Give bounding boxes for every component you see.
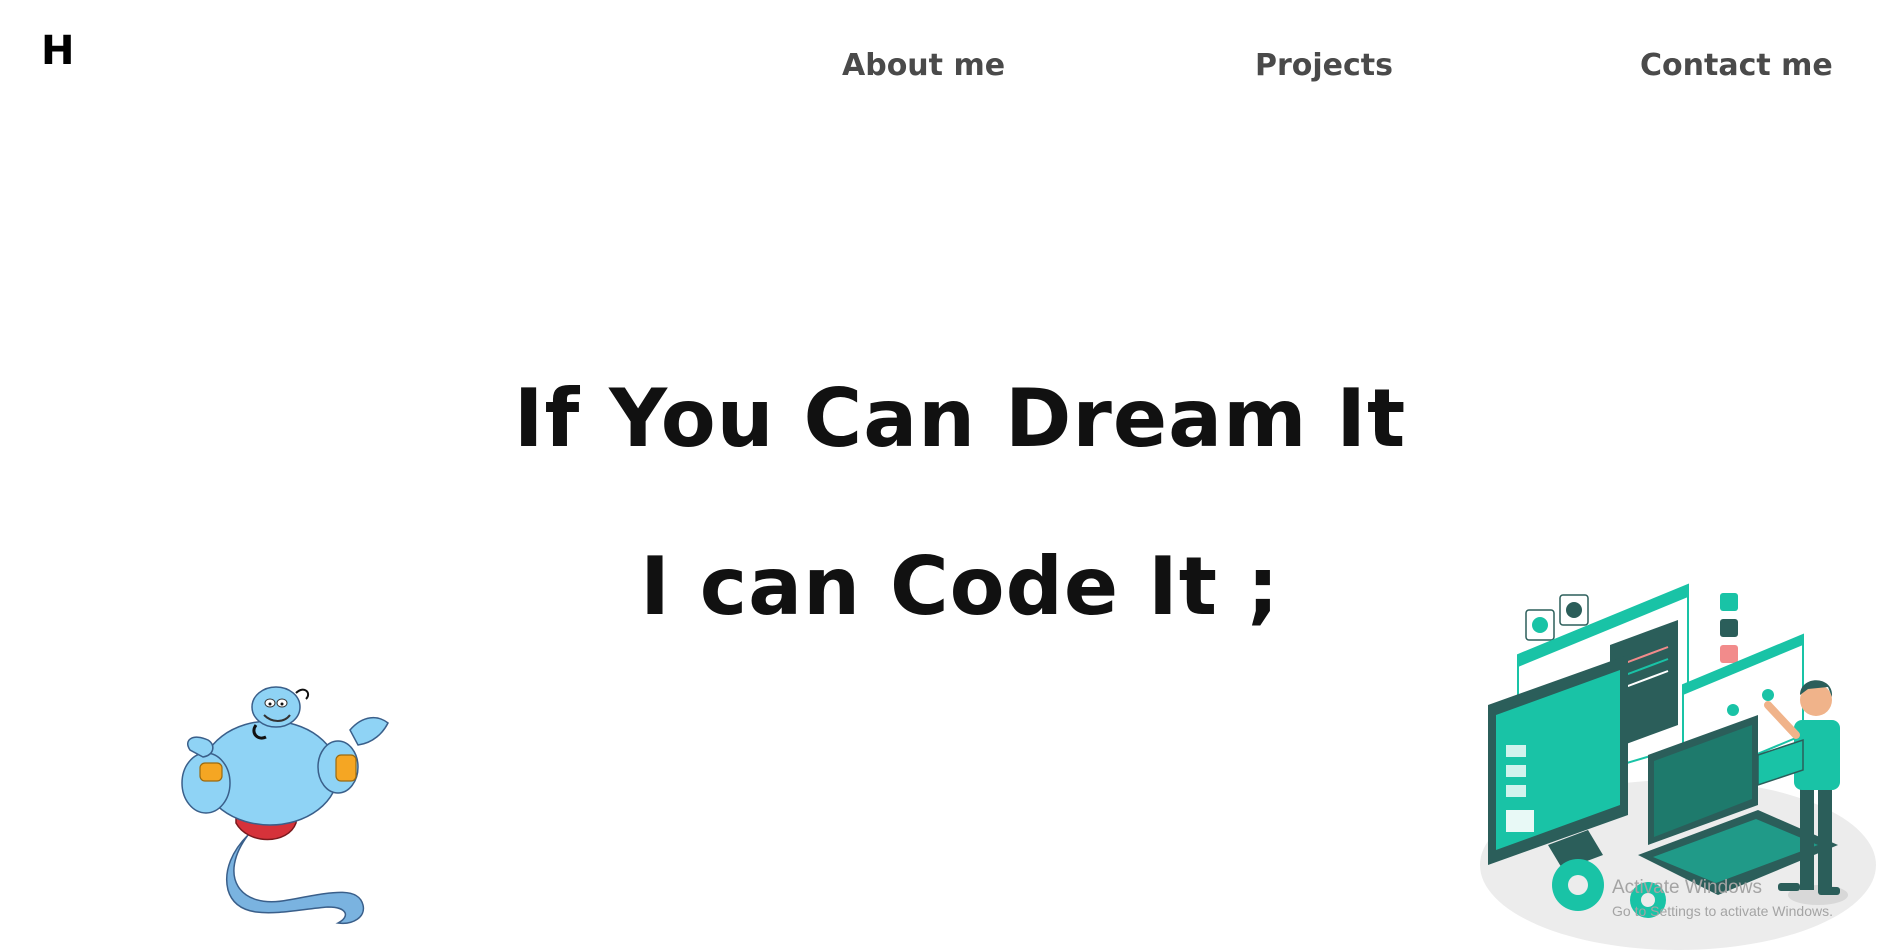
watermark-subtitle: Go to Settings to activate Windows. (1612, 903, 1833, 919)
nav-projects[interactable]: Projects (1255, 48, 1393, 83)
nav-contact-me[interactable]: Contact me (1640, 48, 1833, 83)
site-logo[interactable]: H (41, 28, 74, 74)
nav-about-me[interactable]: About me (842, 48, 1005, 83)
page: H About me Projects Contact me If You Ca… (0, 0, 1899, 950)
genie-illustration (181, 686, 389, 925)
hero-headline-line1: If You Can Dream It (513, 372, 1407, 465)
watermark-title: Activate Windows (1612, 877, 1762, 898)
